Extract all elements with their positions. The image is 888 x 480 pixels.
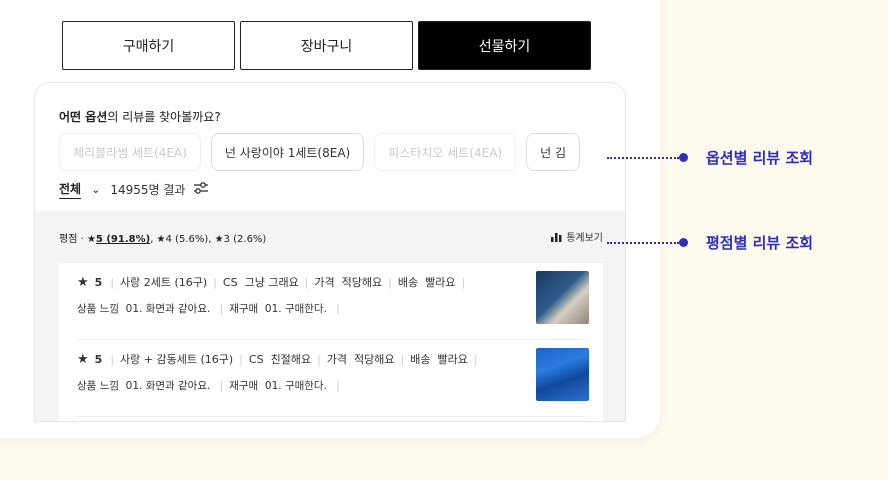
callout-line xyxy=(607,241,679,244)
filter-bar: 전체 ⌄ 14955명 결과 xyxy=(59,180,209,199)
question-bold: 어떤 옵션 xyxy=(59,110,108,124)
callout-dot xyxy=(679,238,688,247)
review-list: ★ 5 | 사랑 2세트 (16구) | CS 그냥 그래요 | 가격 적당해요 | 배… xyxy=(59,263,603,421)
gift-button[interactable]: 선물하기 xyxy=(418,21,591,70)
option-review-callout: 옵션별 리뷰 조회 xyxy=(607,147,813,168)
review-score: 5 xyxy=(94,275,103,289)
stats-label: 통계보기 xyxy=(566,233,603,244)
ship-label: 배송 xyxy=(410,353,431,366)
review-panel: 어떤 옵션의 리뷰를 찾아볼까요? 체리블라썸 세트(4EA) 넌 사랑이야 1… xyxy=(34,82,626,422)
action-tabs: 구매하기 장바구니 선물하기 xyxy=(62,21,591,70)
cs-value: 그냥 그래요 xyxy=(244,276,299,289)
divider xyxy=(77,416,585,417)
option-chip[interactable]: 체리블라썸 세트(4EA) xyxy=(59,133,201,171)
review-item[interactable]: ★ 5 | 사랑 2세트 (16구) | CS 그냥 그래요 | 가격 적당해요 | 배… xyxy=(77,263,589,339)
callout-dot xyxy=(679,153,688,162)
star-icon: ★ xyxy=(77,351,89,367)
feel-value: 01. 화면과 같아요. xyxy=(125,303,211,315)
filter-all-dropdown[interactable]: 전체 xyxy=(59,180,82,199)
feel-value: 01. 화면과 같아요. xyxy=(125,380,211,392)
review-item[interactable]: ★ 5 | 사랑 + 감동세트 (16구) | CS 친절해요 | 가격 적당해요 |… xyxy=(77,340,589,416)
cs-value: 친절해요 xyxy=(270,353,312,366)
rebuy-value: 01. 구매한다. xyxy=(264,303,327,315)
price-value: 적당해요 xyxy=(341,276,383,289)
rating-5-filter[interactable]: 5 (91.8%) xyxy=(96,234,150,245)
callout-line xyxy=(607,156,679,159)
review-header: ★ 5 | 사랑 2세트 (16구) | CS 그냥 그래요 | 가격 적당해요 | 배… xyxy=(77,274,466,290)
review-photo[interactable] xyxy=(536,271,589,324)
ship-value: 빨라요 xyxy=(437,353,468,366)
feel-label: 상품 느낌 xyxy=(77,303,119,315)
cart-button[interactable]: 장바구니 xyxy=(240,21,413,70)
rating-label: 평점 · xyxy=(59,234,87,245)
option-chips: 체리블라썸 세트(4EA) 넌 사랑이야 1세트(8EA) 피스타치오 세트(4… xyxy=(59,133,625,171)
review-option: 사랑 + 감동세트 (16구) xyxy=(120,353,234,366)
option-chip[interactable]: 피스타치오 세트(4EA) xyxy=(374,133,517,171)
review-header: ★ 5 | 사랑 + 감동세트 (16구) | CS 친절해요 | 가격 적당해요 |… xyxy=(77,351,478,367)
option-review-label: 옵션별 리뷰 조회 xyxy=(706,149,814,167)
cs-label: CS xyxy=(222,275,238,289)
filter-settings-icon[interactable] xyxy=(193,181,209,198)
star-icon: ★ xyxy=(77,274,89,290)
review-list-area: 평점 · ★5 (91.8%), ★4 (5.6%), ★3 (2.6%) 통계… xyxy=(35,211,625,421)
option-question: 어떤 옵션의 리뷰를 찾아볼까요? xyxy=(59,108,221,125)
result-count: 14955명 결과 xyxy=(110,183,186,197)
question-rest: 의 리뷰를 찾아볼까요? xyxy=(107,110,221,124)
rebuy-label: 재구매 xyxy=(229,380,259,392)
ship-value: 빨라요 xyxy=(425,276,456,289)
feel-label: 상품 느낌 xyxy=(77,380,119,392)
bar-chart-icon xyxy=(551,232,562,242)
rating-review-callout: 평점별 리뷰 조회 xyxy=(607,232,813,253)
review-photo[interactable] xyxy=(536,348,589,401)
price-value: 적당해요 xyxy=(354,353,395,366)
rating-summary: 평점 · ★5 (91.8%), ★4 (5.6%), ★3 (2.6%) xyxy=(59,230,266,245)
option-chip-selected[interactable]: 넌 사랑이야 1세트(8EA) xyxy=(210,133,365,171)
price-label: 가격 xyxy=(326,353,348,366)
rating-others[interactable]: , ★4 (5.6%), ★3 (2.6%) xyxy=(150,234,266,245)
chevron-down-icon[interactable]: ⌄ xyxy=(91,183,100,196)
rebuy-label: 재구매 xyxy=(229,303,259,315)
cs-label: CS xyxy=(248,352,264,366)
price-label: 가격 xyxy=(314,276,335,289)
review-details: 상품 느낌 01. 화면과 같아요. | 재구매 01. 구매한다. | xyxy=(77,380,340,392)
star-icon: ★ xyxy=(86,234,96,245)
stats-button[interactable]: 통계보기 xyxy=(551,229,603,244)
rebuy-value: 01. 구매한다. xyxy=(264,380,327,392)
option-chip[interactable]: 넌 김 xyxy=(526,133,581,171)
rating-review-label: 평점별 리뷰 조회 xyxy=(706,234,814,252)
review-details: 상품 느낌 01. 화면과 같아요. | 재구매 01. 구매한다. | xyxy=(77,303,340,315)
ship-label: 배송 xyxy=(397,276,419,289)
review-score: 5 xyxy=(94,352,103,366)
review-option: 사랑 2세트 (16구) xyxy=(120,276,208,289)
buy-button[interactable]: 구매하기 xyxy=(62,21,235,70)
